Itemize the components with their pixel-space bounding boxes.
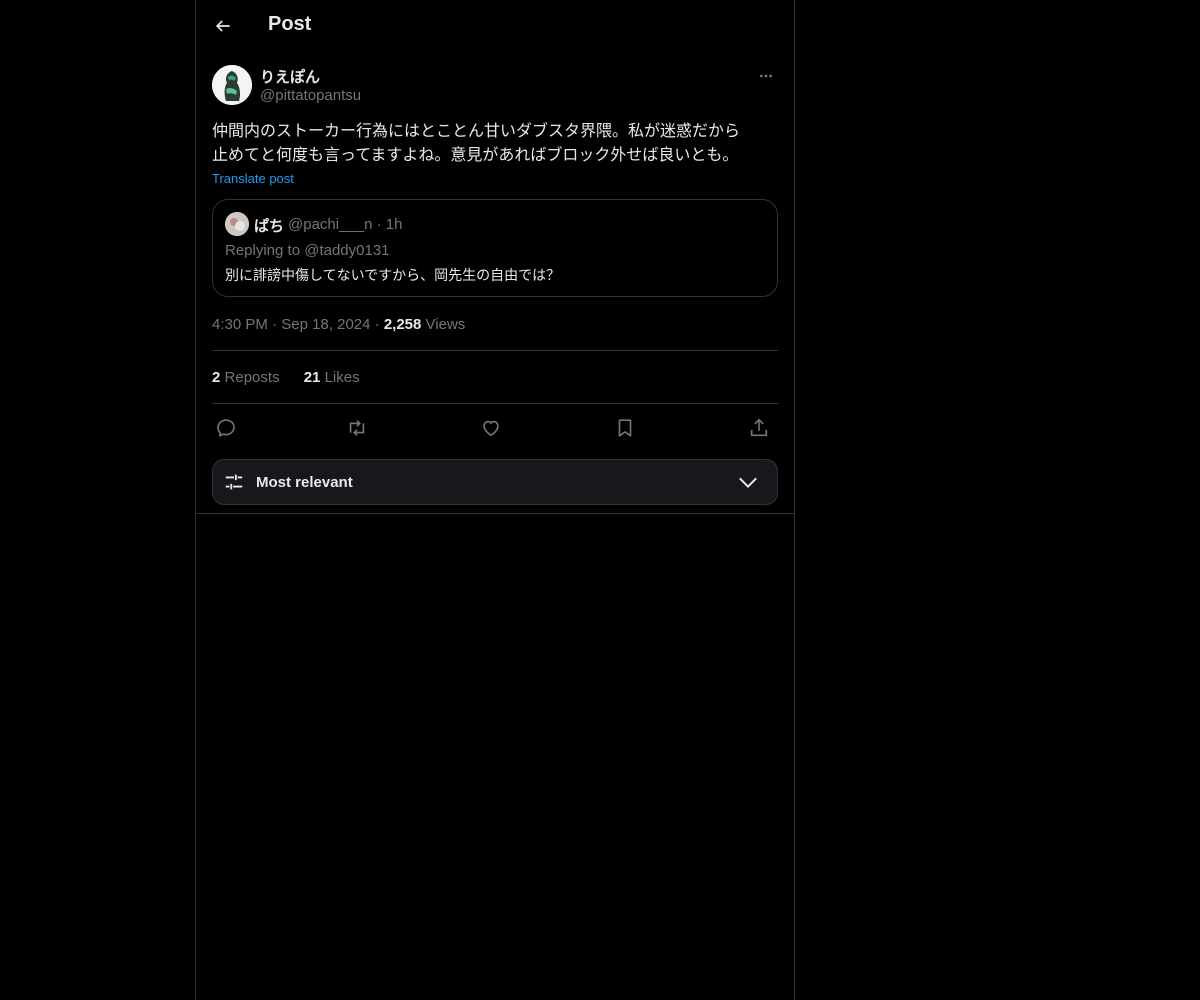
share-icon	[750, 418, 768, 437]
post-date[interactable]: Sep 18, 2024	[281, 316, 370, 333]
author-handle[interactable]: @pittatopantsu	[260, 87, 361, 104]
quote-meta: @pachi___n · 1h	[288, 216, 403, 233]
divider	[212, 403, 778, 404]
quote-text: 別に誹謗中傷してないですから、岡先生の自由では？	[225, 268, 561, 284]
reposts-label: Reposts	[224, 369, 280, 386]
section-divider	[196, 513, 794, 514]
main-column: Post りえぽん @pittatopantsu 仲間内のストーカー行為にはとこ…	[195, 0, 795, 1000]
arrow-left-icon	[215, 20, 230, 32]
likes-label: Likes	[324, 369, 360, 386]
post-text: 仲間内のストーカー行為にはとことん甘いダブスタ界隈。私が迷惑だから 止めてと何度…	[212, 119, 782, 167]
avatar-image	[212, 65, 252, 105]
meta-separator: ·	[272, 316, 282, 333]
page-header: Post	[196, 0, 794, 54]
views-count: 2,258	[383, 316, 422, 333]
quote-replying-to: Replying to @taddy0131	[225, 242, 390, 259]
quote-display-name: ぱち	[254, 217, 285, 235]
post-stats: 2 Reposts 21 Likes	[212, 369, 380, 386]
reposts-count: 2	[212, 369, 221, 386]
translate-post-link[interactable]: Translate post	[212, 171, 294, 186]
repost-icon	[349, 420, 365, 436]
author-avatar[interactable]	[212, 65, 252, 105]
bookmark-button[interactable]	[611, 414, 639, 442]
post-time[interactable]: 4:30 PM	[212, 316, 268, 333]
meta-separator: ·	[374, 316, 384, 333]
views-label: Views	[425, 316, 466, 333]
chevron-down-icon	[739, 477, 757, 489]
reposts-stat[interactable]: 2 Reposts	[212, 369, 284, 386]
post-meta: 4:30 PM · Sep 18, 2024 · 2,258 Views	[212, 316, 465, 333]
post-author: りえぽん @pittatopantsu	[212, 64, 778, 108]
quote-avatar-image	[225, 212, 249, 236]
sort-label: Most relevant	[256, 474, 353, 491]
reply-button[interactable]	[212, 414, 240, 442]
sort-replies-dropdown[interactable]: Most relevant	[212, 459, 778, 505]
post-text-line: 止めてと何度も言ってますよね。意見があればブロック外せば良いとも。	[212, 145, 739, 164]
likes-stat[interactable]: 21 Likes	[304, 369, 360, 386]
back-button[interactable]	[208, 11, 238, 41]
likes-count: 21	[303, 369, 321, 386]
heart-icon	[483, 420, 499, 437]
author-display-name[interactable]: りえぽん	[260, 66, 320, 87]
more-icon	[760, 74, 772, 78]
like-button[interactable]	[477, 414, 505, 442]
post-text-line: 仲間内のストーカー行為にはとことん甘いダブスタ界隈。私が迷惑だから	[212, 121, 741, 140]
divider	[212, 350, 778, 351]
page-title: Post	[268, 13, 312, 35]
action-bar	[212, 414, 778, 442]
sliders-icon	[225, 474, 243, 490]
share-button[interactable]	[745, 414, 773, 442]
more-options-button[interactable]	[754, 64, 778, 88]
repost-button[interactable]	[343, 414, 371, 442]
reply-icon	[217, 419, 235, 437]
quote-avatar	[225, 212, 249, 236]
bookmark-icon	[618, 419, 632, 437]
quoted-post[interactable]: ぱち @pachi___n · 1h Replying to @taddy013…	[212, 199, 778, 297]
